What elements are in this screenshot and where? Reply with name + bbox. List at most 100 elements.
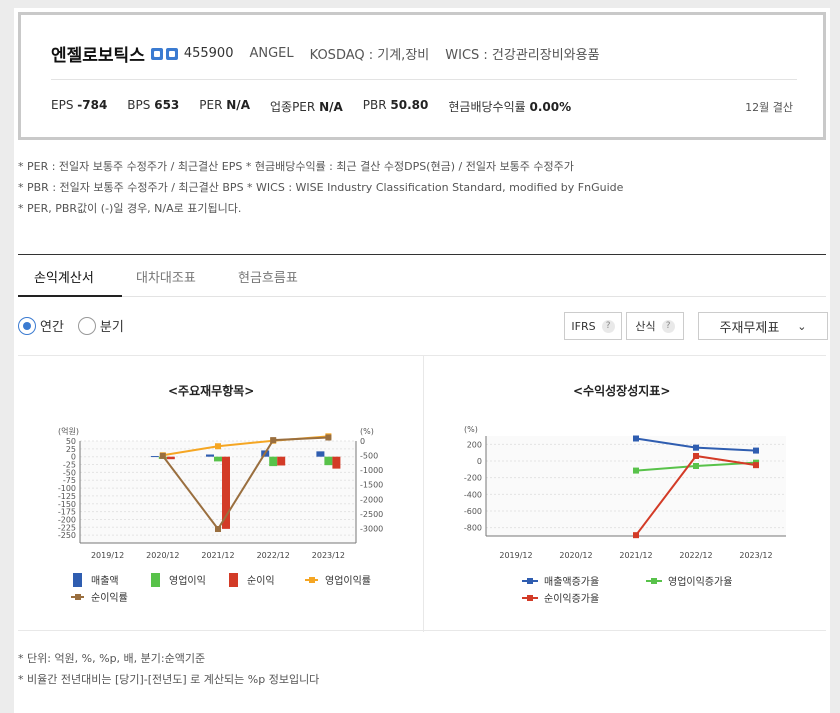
bar-매출액 — [316, 451, 325, 457]
company-summary-box: 엔젤로보틱스 455900 ANGEL KOSDAQ : 기계,장비 WICS … — [18, 12, 826, 140]
help-icon[interactable]: ? — [661, 319, 675, 333]
y2-tick-label: 0 — [360, 437, 365, 446]
note-line: * PBR : 전일자 보통주 수정주가 / 최근결산 BPS * WICS :… — [18, 181, 624, 194]
legend-label: 영업이익률 — [325, 574, 371, 587]
y-axis-label: (%) — [464, 425, 478, 434]
y2-tick-label: -1000 — [360, 466, 383, 475]
legend-label: 순이익증가율 — [544, 593, 599, 605]
bar-순이익 — [332, 456, 341, 469]
home-icon[interactable] — [150, 47, 163, 60]
active-tab-underline — [18, 295, 122, 297]
point-영업이익증가율 — [693, 463, 699, 469]
x-tick-label: 2020/12 — [146, 551, 179, 560]
y-tick-label: -200 — [464, 474, 482, 483]
y2-axis-label: (%) — [360, 427, 374, 436]
bar-영업이익 — [269, 456, 278, 467]
stat-label: BPS — [127, 98, 151, 112]
x-tick-label: 2021/12 — [201, 551, 234, 560]
unit-notes: * 단위: 억원, %, %p, 배, 분기:순액기준 * 비율간 전년대비는 … — [18, 648, 319, 690]
ifrs-label: IFRS — [571, 319, 596, 333]
stat-label: 업종PER — [269, 100, 316, 114]
company-code: 455900 — [183, 46, 234, 61]
radio-quarter-label[interactable]: 분기 — [100, 316, 124, 335]
y-tick-label: -600 — [464, 507, 482, 516]
company-eng-name: ANGEL — [249, 46, 294, 61]
legend-swatch — [651, 578, 657, 584]
stat-value: 50.80 — [390, 98, 429, 112]
legend-label: 매출액증가율 — [544, 576, 599, 588]
radio-quarter[interactable] — [77, 316, 96, 335]
stat-industry-per: 업종PER N/A — [270, 98, 343, 115]
y2-tick-label: -500 — [360, 452, 378, 461]
company-title-row: 엔젤로보틱스 455900 ANGEL KOSDAQ : 기계,장비 WICS … — [51, 41, 600, 66]
y-axis-label: (억원) — [58, 426, 79, 436]
legend-label: 순이익 — [247, 575, 275, 587]
note-line: * PER, PBR값이 (-)일 경우, N/A로 표기됩니다. — [18, 202, 242, 215]
radio-annual-label[interactable]: 연간 — [40, 316, 64, 335]
help-icon[interactable]: ? — [601, 319, 615, 333]
legend-swatch — [309, 577, 315, 583]
y-tick-label: 200 — [467, 440, 482, 449]
x-tick-label: 2019/12 — [91, 551, 124, 560]
note-line: * 단위: 억원, %, %p, 배, 분기:순액기준 — [18, 652, 206, 665]
ifrs-button[interactable]: IFRS? — [564, 312, 622, 340]
charts-panel: <주요재무항목> <수익성장성지표> 50 25 0 -25 -50 -75 -100 -12… — [18, 355, 826, 632]
stat-label: PER — [199, 98, 223, 112]
y-tick-label: -800 — [464, 524, 482, 533]
stat-dividend-yield: 현금배당수익률 0.00% — [448, 98, 571, 115]
stat-eps: EPS -784 — [51, 98, 107, 115]
stat-value: 0.00% — [529, 100, 572, 114]
legend-swatch — [75, 594, 81, 600]
legend-swatch — [527, 578, 533, 584]
stat-pbr: PBR 50.80 — [363, 98, 429, 115]
bar-순이익 — [222, 456, 230, 529]
tab-balance-sheet[interactable]: 대차대조표 — [136, 267, 196, 286]
legend-label: 영업이익증가율 — [668, 575, 732, 588]
tab-income-statement[interactable]: 손익계산서 — [34, 267, 94, 286]
formula-label: 산식 — [635, 320, 656, 333]
legend-label: 매출액 — [91, 575, 119, 587]
bar-순이익 — [277, 456, 286, 466]
x-tick-label: 2019/12 — [499, 551, 532, 560]
formula-button[interactable]: 산식? — [626, 312, 684, 340]
point-순이익률 — [215, 526, 221, 533]
x-tick-label: 2022/12 — [679, 551, 712, 560]
company-name: 엔젤로보틱스 — [51, 46, 145, 66]
point-순이익률 — [325, 434, 332, 441]
statement-tabs: 손익계산서 대차대조표 현금흐름표 — [18, 255, 826, 297]
point-영업이익률 — [215, 443, 221, 450]
bar-매출액 — [150, 456, 159, 458]
legend-swatch — [229, 573, 238, 587]
chevron-down-icon: ⌄ — [797, 319, 807, 333]
point-순이익률 — [159, 452, 166, 459]
ir-icon[interactable] — [165, 47, 178, 60]
y-tick-label: -250 — [58, 531, 76, 540]
stat-value: N/A — [319, 100, 343, 114]
point-매출액증가율 — [633, 435, 639, 442]
point-순이익증가율 — [693, 453, 699, 459]
bar-영업이익 — [324, 456, 333, 466]
y2-tick-label: -2500 — [360, 510, 383, 519]
y2-tick-label: -3000 — [360, 524, 383, 533]
legend-swatch — [527, 595, 533, 601]
company-wics: WICS : 건강관리장비와용품 — [445, 48, 600, 63]
y2-tick-label: -2000 — [360, 495, 383, 504]
y2-tick-label: -1500 — [360, 481, 383, 490]
stat-label: PBR — [362, 98, 387, 112]
stat-label: EPS — [51, 98, 74, 112]
statement-select[interactable]: 주재무제표 ⌄ — [698, 312, 828, 340]
stat-per: PER N/A — [199, 98, 250, 115]
point-매출액증가율 — [693, 444, 699, 451]
legend-swatch — [73, 573, 82, 587]
financial-items-chart: 50250-25-50-75-100-125-150-175-200-225-2… — [58, 426, 383, 604]
stat-value: 653 — [154, 98, 180, 112]
bar-매출액 — [206, 454, 214, 457]
point-순이익증가율 — [753, 462, 759, 469]
point-순이익률 — [270, 437, 277, 444]
page: 엔젤로보틱스 455900 ANGEL KOSDAQ : 기계,장비 WICS … — [14, 8, 830, 713]
company-market: KOSDAQ : 기계,장비 — [309, 48, 430, 63]
stat-label: 현금배당수익률 — [448, 100, 526, 114]
legend-label: 순이익률 — [91, 592, 128, 604]
tab-cash-flow[interactable]: 현금흐름표 — [238, 267, 298, 286]
radio-annual[interactable] — [18, 316, 36, 335]
